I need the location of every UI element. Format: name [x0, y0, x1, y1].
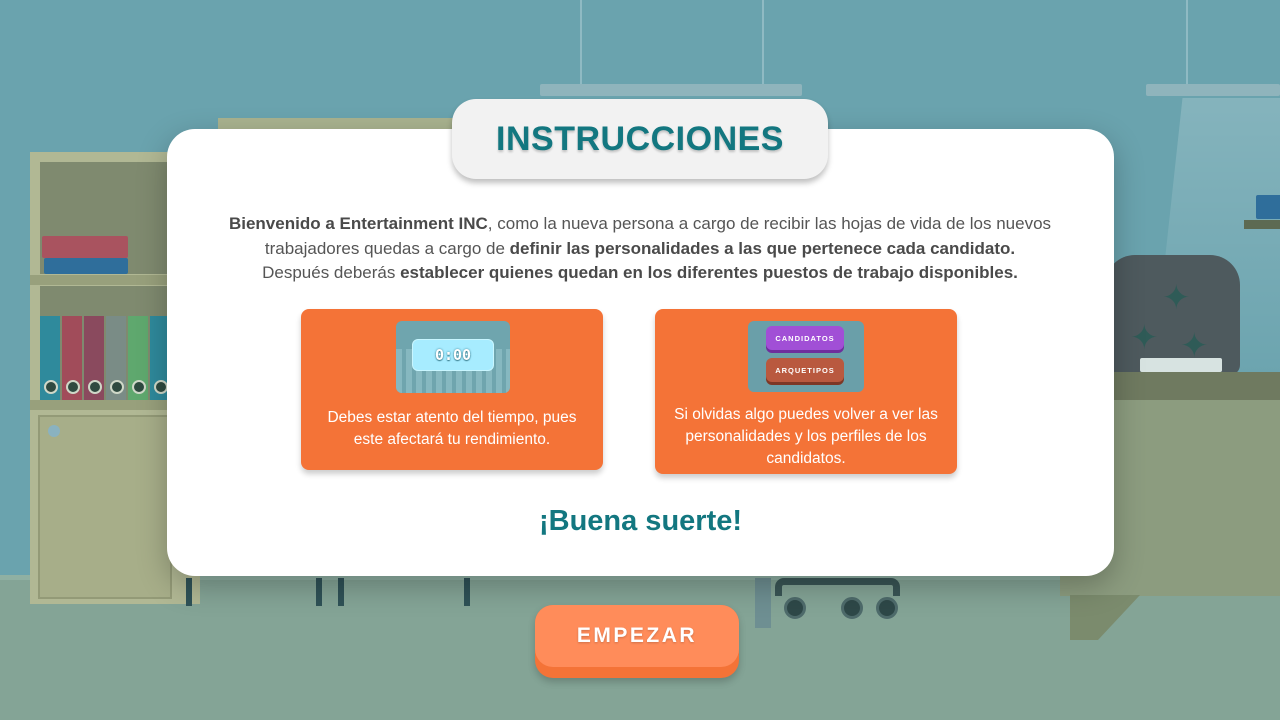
- card-text-timer: Debes estar atento del tiempo, pues este…: [327, 409, 577, 448]
- chair-post: [755, 578, 771, 628]
- title-tab: INSTRUCCIONES: [452, 99, 828, 179]
- binder: [62, 316, 82, 400]
- lamp-wire: [762, 0, 764, 86]
- book: [44, 258, 128, 274]
- desk-top: [1110, 372, 1280, 400]
- menu-thumbnail: CANDIDATOS ARQUETIPOS: [748, 321, 864, 392]
- binder: [84, 316, 104, 400]
- chair-wheel: [784, 597, 806, 619]
- binder: [128, 316, 148, 400]
- papers: [1140, 358, 1222, 372]
- cabinet-knob: [48, 425, 60, 437]
- lamp-wire: [580, 0, 582, 86]
- book: [1256, 195, 1280, 219]
- arquetipos-button-preview: ARQUETIPOS: [766, 358, 844, 382]
- ceiling-lamp: [1146, 84, 1280, 96]
- chair-wheel: [876, 597, 898, 619]
- intro-bold-task-2: establecer quienes quedan en los diferen…: [400, 263, 1018, 282]
- good-luck-text: ¡Buena suerte!: [538, 505, 743, 537]
- card-text-review: Si olvidas algo puedes volver a ver las …: [674, 406, 938, 467]
- intro-text-2: Después deberás: [262, 263, 401, 282]
- book: [42, 236, 128, 258]
- cabinet-door: [38, 415, 172, 599]
- candidatos-button-preview: CANDIDATOS: [766, 326, 844, 350]
- instruction-card-review: CANDIDATOS ARQUETIPOS Si olvidas algo pu…: [655, 309, 957, 474]
- chair-base: [775, 578, 900, 596]
- start-button[interactable]: EMPEZAR: [535, 605, 739, 678]
- intro-bold-task-1: definir las personalidades a las que per…: [509, 238, 1016, 258]
- instruction-card-timer: 0:00 Debes estar atento del tiempo, pues…: [301, 309, 603, 470]
- page-title: INSTRUCCIONES: [496, 119, 784, 158]
- wall-shelf: [1244, 220, 1280, 229]
- start-button-label: EMPEZAR: [535, 605, 739, 667]
- intro-text: Bienvenido a Entertainment INC, como la …: [205, 212, 1075, 286]
- chair-wheel: [841, 597, 863, 619]
- timer-display: 0:00: [412, 339, 494, 371]
- timer-thumbnail: 0:00: [396, 321, 510, 393]
- binder: [40, 316, 60, 400]
- lamp-wire: [1186, 0, 1188, 86]
- intro-company: Bienvenido a Entertainment INC: [228, 214, 488, 233]
- ceiling-lamp: [540, 84, 802, 96]
- binder: [106, 316, 126, 400]
